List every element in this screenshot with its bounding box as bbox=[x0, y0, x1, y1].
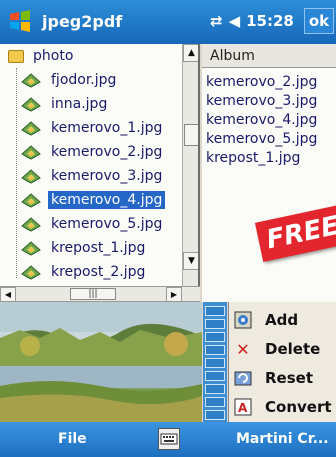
stripe-block bbox=[205, 371, 225, 381]
add-label: Add bbox=[265, 311, 299, 329]
title-bar: jpeg2pdf ⇄ ◀ 15:28 ok bbox=[0, 0, 336, 44]
convert-pdf-icon: A bbox=[233, 397, 253, 417]
tree-file-item[interactable]: fjodor.jpg bbox=[0, 68, 182, 92]
tree-file-item[interactable]: kemerovo_4.jpg bbox=[0, 188, 182, 212]
image-file-icon bbox=[21, 169, 41, 184]
file-label: kemerovo_3.jpg bbox=[51, 168, 163, 184]
scroll-thumb[interactable] bbox=[184, 124, 198, 146]
delete-label: Delete bbox=[265, 340, 321, 358]
ok-button[interactable]: ok bbox=[304, 8, 334, 34]
tree-file-item[interactable]: kemerovo_2.jpg bbox=[0, 140, 182, 164]
reset-label: Reset bbox=[265, 369, 313, 387]
landscape-thumbnail bbox=[0, 302, 202, 422]
file-label: kemerovo_5.jpg bbox=[51, 216, 163, 232]
tree-file-item[interactable]: kemerovo_3.jpg bbox=[0, 164, 182, 188]
reset-button[interactable]: Reset bbox=[233, 364, 336, 392]
stripe-block bbox=[205, 384, 225, 394]
stripe-block bbox=[205, 332, 225, 342]
file-label: krepost_1.jpg bbox=[51, 240, 146, 256]
file-label: fjodor.jpg bbox=[51, 72, 117, 88]
martini-menu[interactable]: Martini Cr... bbox=[236, 431, 329, 447]
album-list[interactable]: Album kemerovo_2.jpg kemerovo_3.jpgkemero… bbox=[202, 44, 336, 302]
system-tray: ⇄ ◀ 15:28 bbox=[210, 12, 294, 30]
stripe-block bbox=[205, 410, 225, 420]
file-label: inna.jpg bbox=[51, 96, 108, 112]
scroll-down-icon[interactable]: ▼ bbox=[183, 252, 198, 270]
stripe-block bbox=[205, 397, 225, 407]
image-file-icon bbox=[21, 97, 41, 112]
file-label: krepost_2.jpg bbox=[51, 264, 146, 280]
speaker-icon[interactable]: ◀ bbox=[229, 12, 241, 30]
file-label: kemerovo_2.jpg bbox=[51, 144, 163, 160]
image-file-icon bbox=[21, 145, 41, 160]
image-file-icon bbox=[21, 121, 41, 136]
action-panel: Add ✕ Delete Reset A Convert bbox=[228, 302, 336, 422]
svg-text:A: A bbox=[238, 401, 248, 415]
image-file-icon bbox=[21, 73, 41, 88]
decorative-stripe bbox=[203, 302, 227, 422]
add-image-icon bbox=[233, 310, 253, 330]
file-menu[interactable]: File bbox=[58, 431, 87, 447]
delete-x-icon: ✕ bbox=[236, 339, 250, 359]
tree-file-item[interactable]: kemerovo_1.jpg bbox=[0, 116, 182, 140]
file-label: kemerovo_4.jpg bbox=[48, 191, 166, 209]
reset-icon bbox=[233, 368, 253, 388]
scroll-up-icon[interactable]: ▲ bbox=[183, 44, 198, 62]
add-button[interactable]: Add bbox=[233, 306, 336, 334]
tree-horizontal-scrollbar[interactable]: ◀ ||| ▶ bbox=[0, 286, 200, 302]
tree-folder-photo[interactable]: photo bbox=[0, 44, 182, 68]
tree-file-item[interactable]: krepost_2.jpg bbox=[0, 260, 182, 284]
image-file-icon bbox=[21, 265, 41, 280]
tree-file-item[interactable]: kemerovo_5.jpg bbox=[0, 212, 182, 236]
album-item[interactable]: kemerovo_5.jpg bbox=[206, 131, 317, 147]
signal-icon[interactable]: ⇄ bbox=[210, 12, 223, 30]
tree-vertical-scrollbar[interactable]: ▲ ▼ bbox=[182, 44, 198, 286]
menu-bar: File Martini Cr... bbox=[0, 422, 336, 457]
app-title: jpeg2pdf bbox=[42, 12, 123, 31]
clock[interactable]: 15:28 bbox=[246, 12, 294, 30]
photo-preview bbox=[0, 302, 202, 422]
image-file-icon bbox=[21, 241, 41, 256]
tree-file-item[interactable]: krepost_1.jpg bbox=[0, 236, 182, 260]
album-column-header[interactable]: Album bbox=[202, 44, 336, 68]
stripe-block bbox=[205, 319, 225, 329]
delete-button[interactable]: ✕ Delete bbox=[233, 335, 336, 363]
scroll-left-icon[interactable]: ◀ bbox=[0, 287, 16, 302]
album-item[interactable]: krepost_1.jpg bbox=[206, 150, 300, 166]
stripe-block bbox=[205, 345, 225, 355]
stripe-block bbox=[205, 306, 225, 316]
convert-label: Convert bbox=[265, 398, 332, 416]
album-item[interactable]: kemerovo_2.jpg bbox=[206, 74, 317, 90]
file-tree[interactable]: photo fjodor.jpg inna.jpg kemerovo_1.jpgke… bbox=[0, 44, 200, 286]
album-item[interactable]: kemerovo_4.jpg bbox=[206, 112, 317, 128]
folder-icon bbox=[8, 49, 24, 63]
album-item[interactable]: kemerovo_3.jpg bbox=[206, 93, 317, 109]
image-file-icon bbox=[21, 217, 41, 232]
hscroll-thumb[interactable]: ||| bbox=[70, 288, 116, 300]
convert-button[interactable]: A Convert bbox=[233, 393, 336, 421]
stripe-block bbox=[205, 358, 225, 368]
windows-start-icon[interactable] bbox=[8, 9, 32, 33]
image-file-icon bbox=[21, 193, 41, 208]
folder-label: photo bbox=[33, 48, 74, 64]
tree-file-item[interactable]: inna.jpg bbox=[0, 92, 182, 116]
scroll-right-icon[interactable]: ▶ bbox=[166, 287, 182, 302]
file-label: kemerovo_1.jpg bbox=[51, 120, 163, 136]
keyboard-icon[interactable] bbox=[158, 428, 180, 450]
